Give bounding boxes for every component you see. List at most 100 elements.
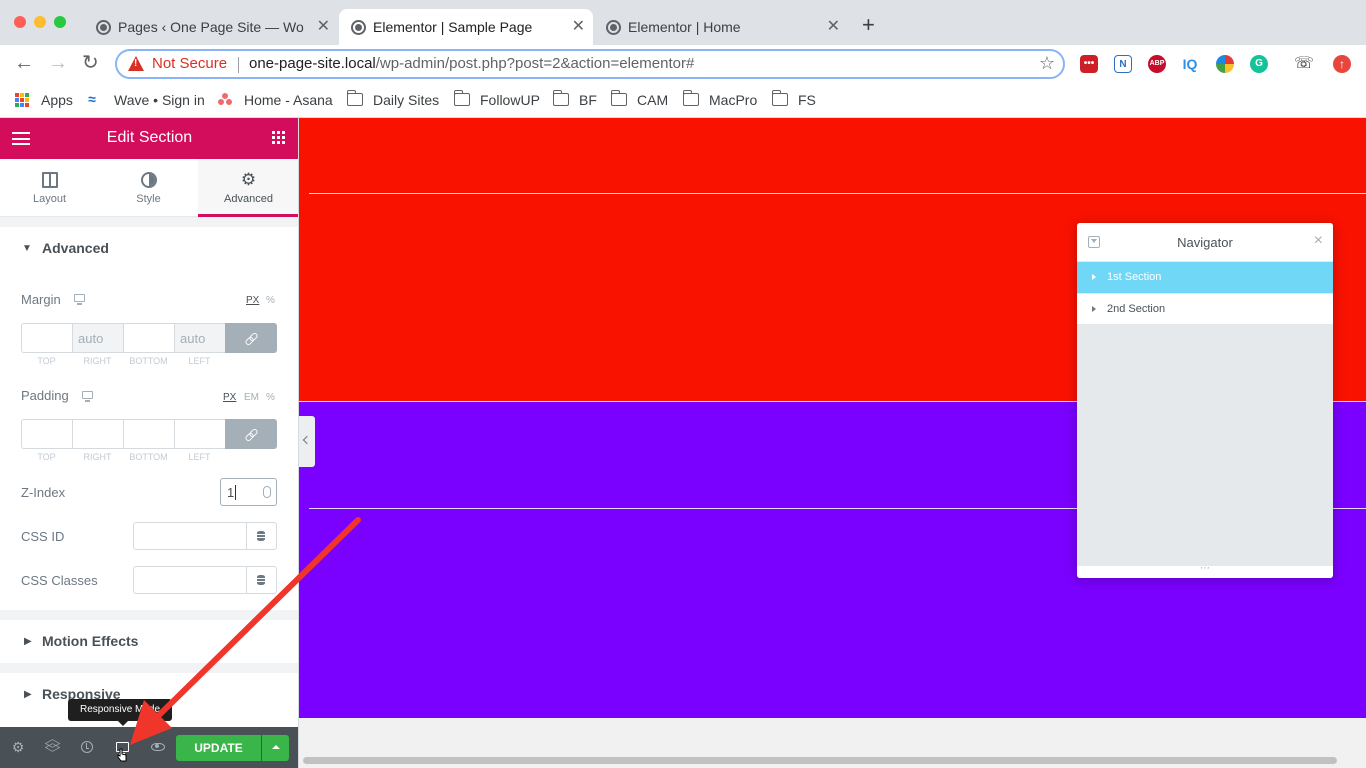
bookmark-apps[interactable]: Apps (15, 89, 73, 111)
padding-bottom-input[interactable] (123, 419, 174, 449)
caret-right-icon: ▶ (24, 689, 32, 700)
padding-right-input[interactable] (72, 419, 123, 449)
database-icon (257, 531, 265, 541)
caret-right-icon[interactable] (1092, 274, 1096, 280)
unit-px[interactable]: PX (246, 295, 259, 306)
tab-strip: Pages ‹ One Page Site — WordPress ✕ Elem… (0, 0, 1366, 45)
dynamic-tags-button[interactable] (246, 523, 276, 549)
tab-pages[interactable]: Pages ‹ One Page Site — WordPress ✕ (84, 9, 338, 45)
margin-inputs: auto auto (21, 323, 277, 353)
horizontal-scrollbar[interactable] (303, 757, 1337, 764)
close-icon[interactable]: × (1314, 232, 1323, 250)
z-index-value: 1 (227, 485, 235, 500)
unit-px[interactable]: PX (223, 392, 236, 403)
adblock-icon[interactable]: ABP (1148, 55, 1166, 73)
resize-handle[interactable]: ⋯ (1077, 564, 1333, 578)
minimize-window-button[interactable] (34, 16, 46, 28)
close-tab-icon[interactable]: ✕ (572, 9, 585, 45)
desktop-icon[interactable] (82, 391, 93, 402)
update-button[interactable]: UPDATE (176, 735, 261, 761)
bookmark-star-icon[interactable]: ☆ (1039, 53, 1055, 74)
settings-gear-icon[interactable]: ⚙ (10, 739, 26, 755)
elementor-panel: Edit Section Layout Style ⚙ Advanced ▼ A… (0, 118, 299, 768)
contrast-icon (140, 172, 157, 188)
preview-eye-icon[interactable] (151, 743, 165, 751)
tab-advanced[interactable]: ⚙ Advanced (198, 159, 298, 217)
address-bar[interactable]: Not Secure one-page-site.local/wp-admin/… (115, 49, 1065, 79)
wordpress-icon (606, 20, 621, 35)
close-tab-icon[interactable]: ✕ (317, 9, 330, 45)
link-icon (245, 428, 257, 440)
margin-left-input[interactable]: auto (174, 323, 225, 353)
bookmark-folder-followup[interactable]: FollowUP (454, 89, 540, 111)
section-advanced-header[interactable]: ▼ Advanced (0, 227, 298, 271)
bookmark-folder-fs[interactable]: FS (772, 89, 816, 111)
side-label: TOP (37, 452, 56, 462)
tab-home[interactable]: Elementor | Home ✕ (594, 9, 848, 45)
unit-percent[interactable]: % (266, 295, 275, 306)
caret-right-icon[interactable] (1092, 306, 1096, 312)
history-icon[interactable] (81, 741, 93, 753)
padding-top-input[interactable] (21, 419, 72, 449)
desktop-icon[interactable] (74, 294, 85, 305)
section-label: Advanced (42, 240, 109, 256)
z-index-input[interactable]: 1 (220, 478, 277, 506)
dynamic-tags-button[interactable] (246, 567, 276, 593)
bookmark-wave[interactable]: ≈ Wave • Sign in (88, 89, 205, 111)
navigator-header[interactable]: Navigator × (1077, 223, 1333, 262)
css-id-input[interactable] (133, 522, 277, 550)
iq-icon[interactable]: IQ (1181, 55, 1199, 73)
n-extension-icon[interactable]: N (1114, 55, 1132, 73)
section-motion-effects-header[interactable]: ▶ Motion Effects (0, 620, 298, 664)
folder-icon (772, 90, 788, 106)
side-label: BOTTOM (129, 452, 168, 462)
tab-sample-page[interactable]: Elementor | Sample Page ✕ (339, 9, 593, 45)
upload-icon[interactable]: ↑ (1333, 55, 1351, 73)
save-options-button[interactable] (262, 735, 289, 761)
bookmark-label: Daily Sites (373, 92, 440, 108)
navigator-item-1st-section[interactable]: 1st Section (1077, 262, 1333, 293)
divider (0, 663, 298, 673)
margin-right-input[interactable]: auto (72, 323, 123, 353)
bookmark-folder-bf[interactable]: BF (553, 89, 597, 111)
folder-icon (553, 90, 569, 106)
warning-icon (128, 56, 144, 71)
close-tab-icon[interactable]: ✕ (827, 9, 840, 45)
bookmark-folder-cam[interactable]: CAM (611, 89, 668, 111)
widgets-grid-icon[interactable] (272, 131, 285, 144)
link-values-button[interactable] (225, 323, 277, 353)
bookmark-folder-daily-sites[interactable]: Daily Sites (347, 89, 439, 111)
margin-bottom-input[interactable] (123, 323, 174, 353)
number-stepper-icon[interactable] (263, 486, 271, 498)
forward-button[interactable]: → (48, 52, 68, 74)
url-domain: one-page-site.local (249, 55, 376, 72)
phone-icon[interactable]: ☏ (1294, 55, 1314, 73)
navigator-layers-icon[interactable] (46, 739, 58, 751)
navigator-item-2nd-section[interactable]: 2nd Section (1077, 293, 1333, 324)
back-button[interactable]: ← (14, 52, 34, 74)
tab-label: Layout (32, 193, 67, 205)
url-text[interactable]: one-page-site.local/wp-admin/post.php?po… (249, 55, 694, 72)
css-classes-input[interactable] (133, 566, 277, 594)
bookmark-asana[interactable]: Home - Asana (218, 89, 333, 111)
unit-percent[interactable]: % (266, 392, 275, 403)
close-window-button[interactable] (14, 16, 26, 28)
margin-top-input[interactable] (21, 323, 72, 353)
reload-button[interactable]: ↻ (82, 52, 99, 74)
maximize-window-button[interactable] (54, 16, 66, 28)
bookmark-label: BF (579, 92, 597, 108)
color-wheel-icon[interactable] (1216, 55, 1234, 73)
link-values-button[interactable] (225, 419, 277, 449)
unit-em[interactable]: EM (244, 392, 259, 403)
collapse-panel-button[interactable] (299, 416, 315, 467)
side-label: BOTTOM (129, 356, 168, 366)
bookmark-folder-macpro[interactable]: MacPro (683, 89, 757, 111)
new-tab-button[interactable]: + (862, 14, 875, 36)
tab-style[interactable]: Style (99, 159, 198, 217)
grammarly-icon[interactable]: G (1250, 55, 1268, 73)
lastpass-icon[interactable]: ••• (1080, 55, 1098, 73)
padding-side-labels: TOP RIGHT BOTTOM LEFT (21, 452, 277, 462)
bookmark-label: FS (798, 92, 816, 108)
tab-layout[interactable]: Layout (0, 159, 99, 217)
padding-left-input[interactable] (174, 419, 225, 449)
